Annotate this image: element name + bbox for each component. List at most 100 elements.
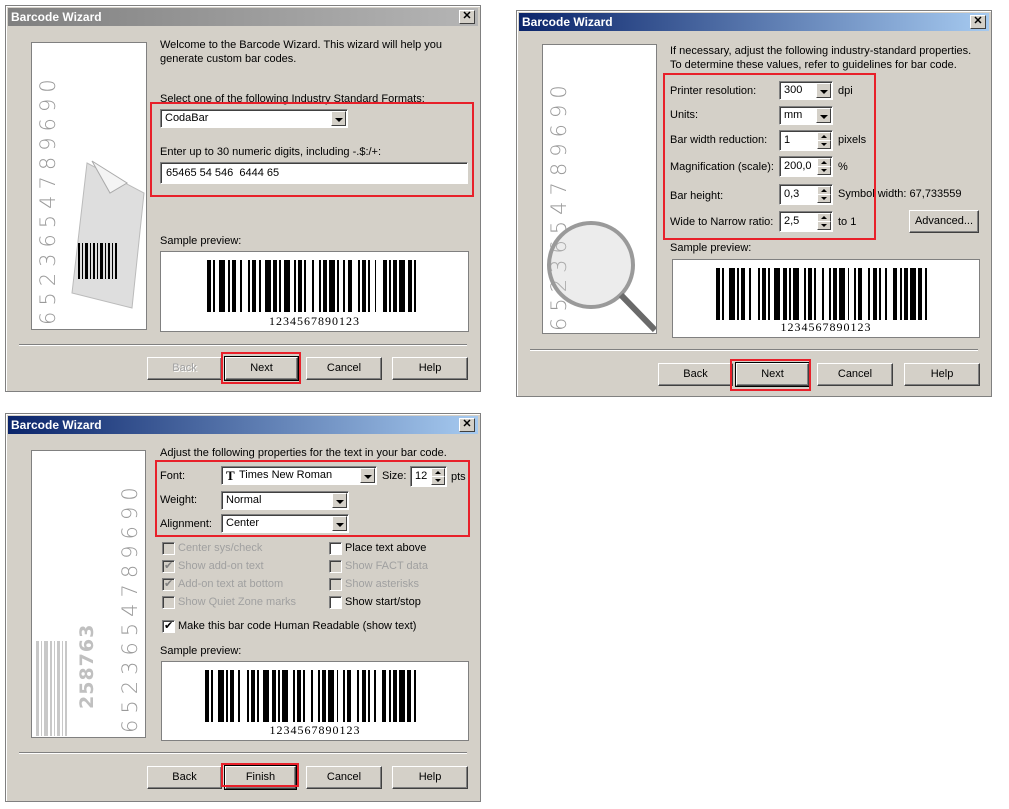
units-select[interactable]: mm [779, 106, 833, 125]
spin-down-icon[interactable] [817, 221, 831, 230]
barcode-bar [279, 260, 282, 312]
title-bar: Barcode Wizard ✕ [8, 8, 478, 26]
spin-down-icon[interactable] [817, 194, 831, 203]
next-button[interactable]: Next [224, 356, 299, 381]
preview-human-text: 1234567890123 [269, 314, 360, 328]
alignment-select[interactable]: Center [221, 514, 349, 533]
barcode-bar [822, 268, 825, 320]
bar-width-reduction-unit: pixels [838, 134, 867, 146]
barcode-bar [768, 268, 771, 320]
barcode-bar [413, 260, 416, 312]
place-text-above-checkbox[interactable] [329, 542, 342, 555]
help-button[interactable]: Help [392, 766, 468, 789]
barcode-bar [211, 670, 214, 722]
bar-height-value: 0,3 [784, 188, 800, 200]
chevron-down-icon[interactable] [816, 108, 831, 123]
spin-down-icon[interactable] [817, 140, 831, 149]
chevron-down-icon[interactable] [332, 493, 347, 508]
show-fact-data-checkbox[interactable] [329, 560, 342, 573]
wide-narrow-unit: to 1 [838, 216, 857, 228]
barcode-bar [357, 670, 360, 722]
barcode-wizard-dialog-3: Barcode Wizard ✕ 258763 6523654789690 Ad… [5, 413, 481, 802]
help-button[interactable]: Help [392, 357, 468, 380]
chevron-down-icon[interactable] [331, 111, 346, 126]
barcode-wizard-dialog-1: Barcode Wizard ✕ 6523654789690 Welcome t… [5, 5, 481, 392]
show-start-stop-label: Show start/stop [345, 596, 421, 608]
sample-preview: 1234567890123 [160, 251, 469, 332]
show-add-on-text-checkbox[interactable] [162, 559, 175, 573]
close-button[interactable]: ✕ [459, 418, 475, 432]
cancel-button[interactable]: Cancel [306, 766, 382, 789]
show-quiet-zone-checkbox[interactable] [162, 596, 175, 609]
font-select[interactable]: T Times New Roman [221, 466, 377, 485]
magnification-spinner[interactable]: 200,0 [779, 156, 833, 177]
finish-button[interactable]: Finish [224, 765, 297, 790]
barcode-bar [761, 268, 766, 320]
back-button[interactable]: Back [147, 766, 222, 789]
place-text-above-label: Place text above [345, 542, 427, 554]
back-button[interactable]: Back [658, 363, 733, 386]
barcode-bar [292, 670, 295, 722]
chevron-down-icon[interactable] [816, 83, 831, 98]
digits-label: Enter up to 30 numeric digits, including… [160, 146, 382, 158]
barcode-bar [828, 268, 831, 320]
barcode-bar [910, 268, 917, 320]
barcode-bar [246, 670, 249, 722]
advanced-button[interactable]: Advanced... [909, 210, 979, 233]
separator [530, 349, 978, 351]
barcode-bar [361, 670, 366, 722]
barcode-bar [231, 260, 236, 312]
window-title: Barcode Wizard [11, 418, 102, 432]
size-spinner[interactable]: 12 [410, 466, 447, 487]
barcode-bar [238, 670, 241, 722]
format-select[interactable]: CodaBar [160, 109, 348, 128]
barcode-bar [240, 260, 242, 312]
spin-down-icon[interactable] [817, 166, 831, 175]
digits-input[interactable]: 65465 54 546 6444 65 [160, 162, 468, 184]
weight-value: Normal [226, 494, 262, 506]
center-sys-check-checkbox[interactable] [162, 542, 175, 555]
barcode-bar [857, 268, 862, 320]
barcode-bar [207, 260, 211, 312]
intro-text: If necessary, adjust the following indus… [670, 45, 972, 71]
barcode-bar [217, 670, 224, 722]
close-button[interactable]: ✕ [459, 10, 475, 24]
add-on-text-bottom-checkbox[interactable] [162, 577, 175, 591]
barcode-bar [347, 260, 352, 312]
show-asterisks-checkbox[interactable] [329, 578, 342, 591]
cancel-button[interactable]: Cancel [817, 363, 893, 386]
barcode-bar [248, 260, 251, 312]
barcode-bar [263, 670, 270, 722]
barcode-bar [312, 260, 315, 312]
back-button[interactable]: Back [147, 357, 222, 380]
barcode-bar [741, 268, 746, 320]
barcode-bar [782, 268, 787, 320]
barcode-bar [903, 268, 908, 320]
chevron-down-icon[interactable] [332, 516, 347, 531]
printer-resolution-select[interactable]: 300 [779, 81, 833, 100]
barcode-wizard-dialog-2: Barcode Wizard ✕ 6523654789690 If necess… [516, 10, 992, 397]
add-on-text-bottom-label: Add-on text at bottom [178, 578, 284, 590]
bar-width-reduction-label: Bar width reduction: [670, 134, 768, 146]
wide-narrow-spinner[interactable]: 2,5 [779, 211, 833, 232]
center-sys-check-label: Center sys/check [178, 542, 263, 554]
barcode-bar [374, 670, 376, 722]
human-readable-checkbox[interactable] [162, 619, 175, 633]
bar-height-spinner[interactable]: 0,3 [779, 184, 833, 205]
barcode-bar [749, 268, 752, 320]
next-button[interactable]: Next [735, 362, 810, 387]
barcode-bar [296, 670, 301, 722]
cancel-button[interactable]: Cancel [306, 357, 382, 380]
barcode-bar [807, 268, 812, 320]
barcode-bar [839, 268, 846, 320]
show-start-stop-checkbox[interactable] [329, 596, 342, 609]
barcode-bar [382, 670, 387, 722]
bar-width-reduction-spinner[interactable]: 1 [779, 130, 833, 151]
close-button[interactable]: ✕ [970, 15, 986, 29]
spin-down-icon[interactable] [431, 476, 445, 485]
weight-select[interactable]: Normal [221, 491, 349, 510]
title-bar: Barcode Wizard ✕ [8, 416, 478, 434]
barcode-bar [793, 268, 800, 320]
help-button[interactable]: Help [904, 363, 980, 386]
chevron-down-icon[interactable] [360, 468, 375, 483]
